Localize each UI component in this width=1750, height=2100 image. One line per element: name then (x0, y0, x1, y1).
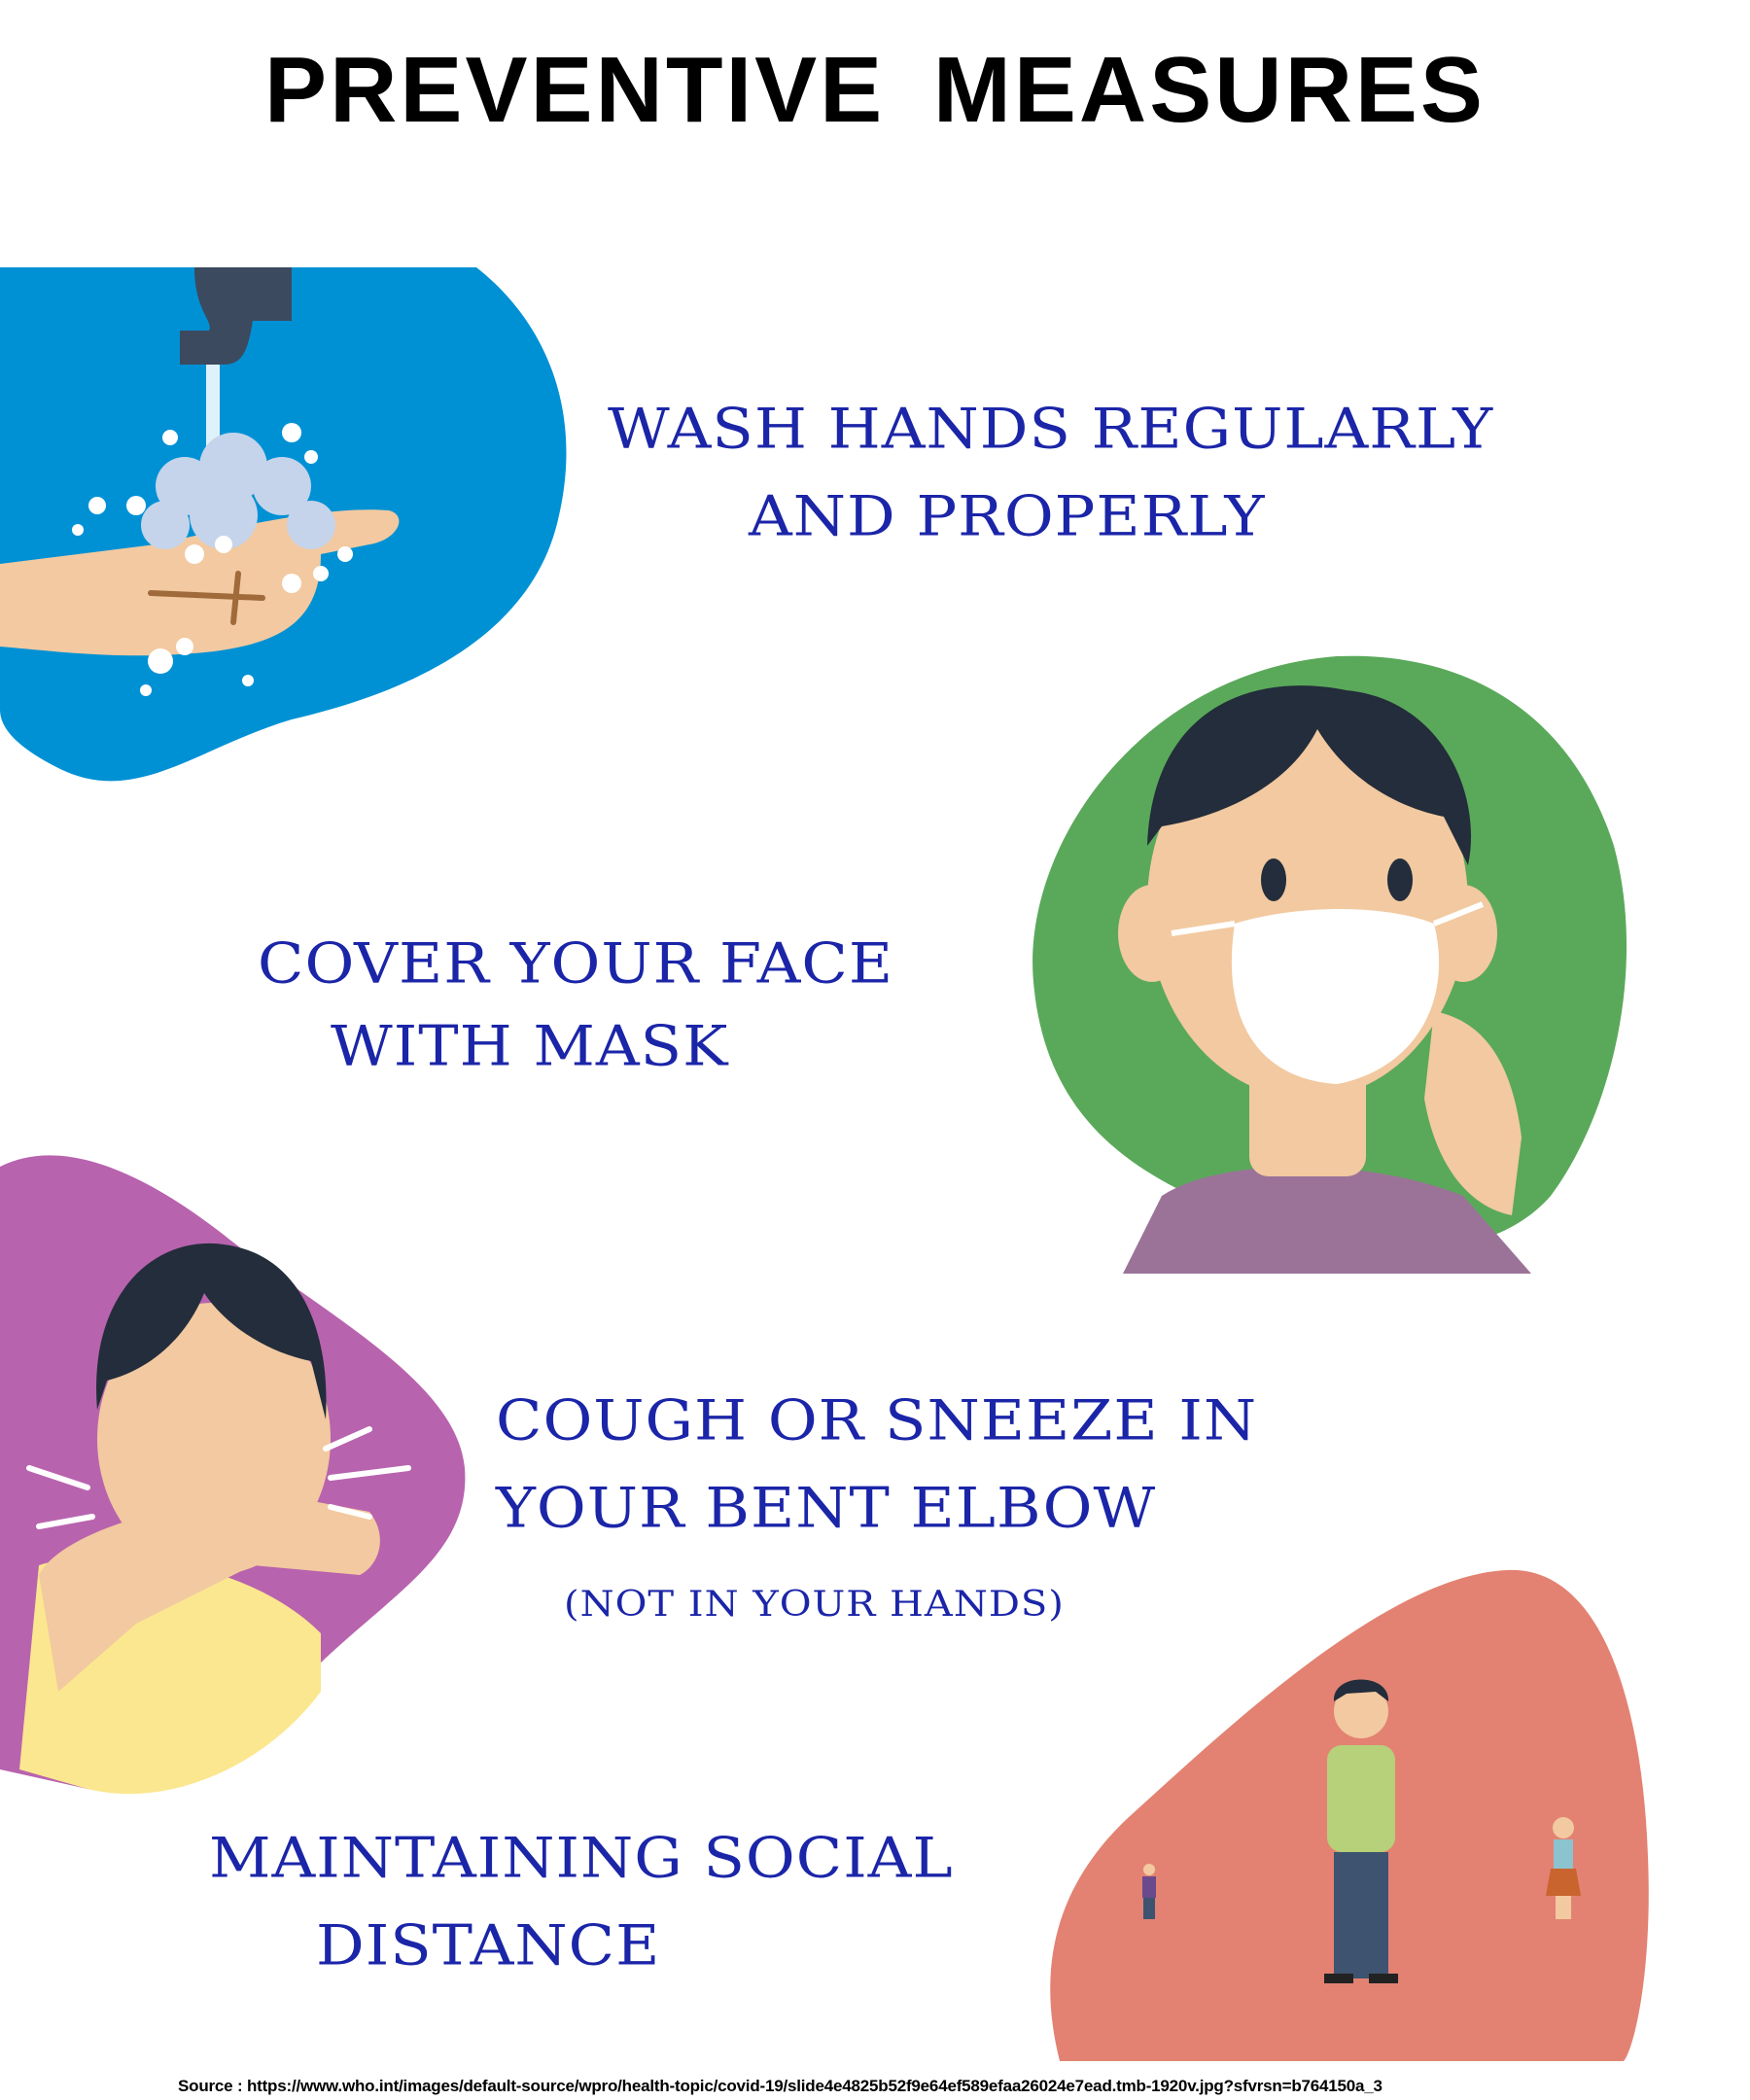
mask-illustration (1032, 655, 1628, 1274)
wash-hands-line1: WASH HANDS REGULARLY (608, 395, 1494, 462)
wash-hands-line2: AND PROPERLY (749, 482, 1266, 549)
distance-line2: DISTANCE (316, 1911, 661, 1978)
distance-line1: MAINTAINING SOCIAL (209, 1824, 954, 1891)
cough-elbow-illustration (0, 1155, 466, 1795)
cough-line1: COUGH OR SNEEZE IN (496, 1386, 1258, 1453)
social-distance-illustration (1050, 1569, 1649, 2061)
person-left-icon (1142, 1864, 1156, 1919)
cough-line2: YOUR BENT ELBOW (496, 1474, 1157, 1541)
mask-line1: COVER YOUR FACE (258, 929, 894, 997)
source-citation: Source : https://www.who.int/images/defa… (178, 2077, 1382, 2095)
cough-note: (NOT IN YOUR HANDS) (564, 1583, 1065, 1626)
wash-hands-illustration (0, 267, 567, 782)
page-title: PREVENTIVE MEASURES (264, 38, 1486, 142)
mask-line2: WITH MASK (331, 1012, 729, 1079)
